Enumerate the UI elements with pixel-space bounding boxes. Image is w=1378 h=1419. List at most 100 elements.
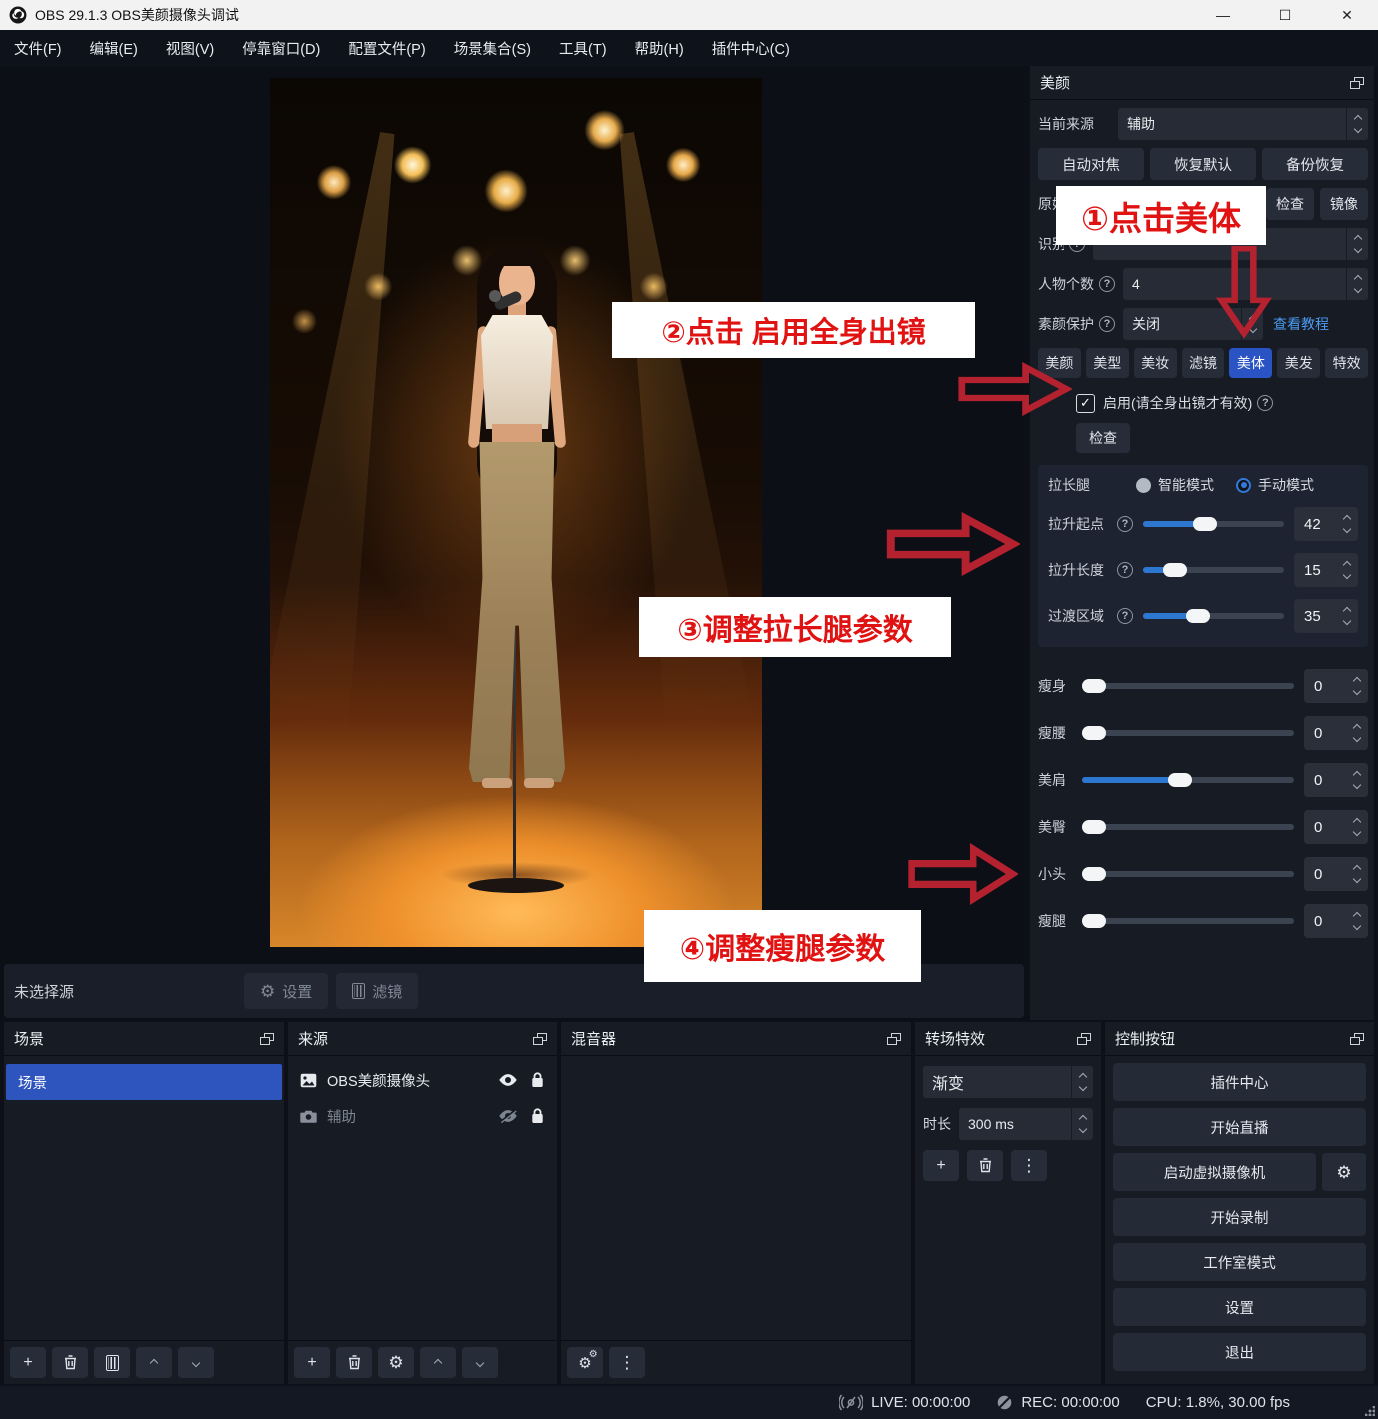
resize-grip[interactable] xyxy=(1365,1406,1375,1416)
recognize-spinner[interactable] xyxy=(1346,228,1368,260)
duration-spinner[interactable] xyxy=(1071,1108,1093,1140)
current-source-dropdown[interactable]: 辅助 xyxy=(1118,108,1346,140)
body-check-button[interactable]: 检查 xyxy=(1076,423,1130,453)
move-scene-up-button[interactable] xyxy=(136,1347,172,1378)
menu-tools[interactable]: 工具(T) xyxy=(545,30,621,66)
restore-default-button[interactable]: 恢复默认 xyxy=(1150,148,1256,180)
visibility-eye-slash-icon[interactable] xyxy=(498,1109,518,1123)
current-source-spinner[interactable] xyxy=(1346,108,1368,140)
popout-icon[interactable] xyxy=(1350,76,1364,89)
enable-checkbox[interactable] xyxy=(1076,393,1095,413)
start-streaming-button[interactable]: 开始直播 xyxy=(1113,1108,1366,1146)
tab-filter[interactable]: 滤镜 xyxy=(1181,348,1225,378)
slider-handle[interactable] xyxy=(1193,517,1218,531)
help-icon[interactable] xyxy=(1117,516,1133,532)
lift-length-spinbox[interactable]: 15 xyxy=(1294,553,1358,587)
scene-filters-button[interactable] xyxy=(94,1347,130,1378)
source-filters-button[interactable]: 滤镜 xyxy=(336,973,419,1009)
lock-icon[interactable] xyxy=(527,1108,547,1124)
mixer-menu-button[interactable]: ⋮ xyxy=(609,1347,645,1378)
menu-view[interactable]: 视图(V) xyxy=(152,30,228,66)
close-button[interactable]: ✕ xyxy=(1316,0,1378,30)
popout-icon[interactable] xyxy=(533,1032,547,1045)
slim-body-slider[interactable] xyxy=(1082,679,1294,693)
remove-scene-button[interactable] xyxy=(52,1347,88,1378)
check-button[interactable]: 检查 xyxy=(1266,188,1314,220)
beauty-shoulder-slider[interactable] xyxy=(1082,773,1294,787)
studio-mode-button[interactable]: 工作室模式 xyxy=(1113,1243,1366,1281)
lift-length-slider[interactable] xyxy=(1143,563,1284,577)
slider-handle[interactable] xyxy=(1162,563,1187,577)
slim-leg-slider[interactable] xyxy=(1082,914,1294,928)
slider-handle[interactable] xyxy=(1082,820,1106,834)
menu-file[interactable]: 文件(F) xyxy=(0,30,76,66)
add-scene-button[interactable]: + xyxy=(10,1347,46,1378)
transition-zone-slider[interactable] xyxy=(1143,609,1284,623)
menu-docks[interactable]: 停靠窗口(D) xyxy=(228,30,334,66)
tab-makeup[interactable]: 美妆 xyxy=(1133,348,1177,378)
slider-handle[interactable] xyxy=(1082,914,1106,928)
lift-start-spinbox[interactable]: 42 xyxy=(1294,507,1358,541)
mirror-button[interactable]: 镜像 xyxy=(1320,188,1368,220)
transition-properties-button[interactable]: ⋮ xyxy=(1011,1150,1047,1181)
add-transition-button[interactable]: + xyxy=(923,1150,959,1181)
popout-icon[interactable] xyxy=(260,1032,274,1045)
popout-icon[interactable] xyxy=(1077,1032,1091,1045)
slider-handle[interactable] xyxy=(1082,679,1106,693)
help-icon[interactable] xyxy=(1117,562,1133,578)
scene-list-item[interactable]: 场景 xyxy=(6,1064,282,1100)
exit-button[interactable]: 退出 xyxy=(1113,1333,1366,1371)
lift-start-slider[interactable] xyxy=(1143,517,1284,531)
source-properties-button[interactable]: ⚙ 设置 xyxy=(244,973,329,1009)
source-list-item[interactable]: OBS美颜摄像头 xyxy=(288,1062,557,1098)
manual-mode-radio[interactable] xyxy=(1236,477,1251,493)
transition-type-spinner[interactable] xyxy=(1071,1066,1093,1098)
tab-shape[interactable]: 美型 xyxy=(1085,348,1129,378)
visibility-eye-icon[interactable] xyxy=(498,1073,518,1087)
help-icon[interactable] xyxy=(1099,316,1115,332)
slider-handle[interactable] xyxy=(1168,773,1193,787)
move-source-up-button[interactable] xyxy=(420,1347,456,1378)
remove-source-button[interactable] xyxy=(336,1347,372,1378)
help-icon[interactable] xyxy=(1117,608,1133,624)
slider-handle[interactable] xyxy=(1082,726,1106,740)
plugin-center-button[interactable]: 插件中心 xyxy=(1113,1063,1366,1101)
help-icon[interactable] xyxy=(1257,395,1274,411)
autofocus-button[interactable]: 自动对焦 xyxy=(1038,148,1144,180)
lock-icon[interactable] xyxy=(527,1072,547,1088)
tab-hair[interactable]: 美发 xyxy=(1277,348,1321,378)
menu-edit[interactable]: 编辑(E) xyxy=(76,30,152,66)
start-virtual-camera-button[interactable]: 启动虚拟摄像机 xyxy=(1113,1153,1316,1191)
small-head-spinbox[interactable]: 0 xyxy=(1304,857,1368,891)
beauty-hip-slider[interactable] xyxy=(1082,820,1294,834)
popout-icon[interactable] xyxy=(1350,1032,1364,1045)
beauty-shoulder-spinbox[interactable]: 0 xyxy=(1304,763,1368,797)
menu-profile[interactable]: 配置文件(P) xyxy=(334,30,439,66)
slider-handle[interactable] xyxy=(1082,867,1106,881)
source-list-item[interactable]: 辅助 xyxy=(288,1098,557,1134)
slim-waist-slider[interactable] xyxy=(1082,726,1294,740)
virtual-camera-settings-button[interactable]: ⚙ xyxy=(1322,1153,1366,1191)
source-properties-button[interactable]: ⚙ xyxy=(378,1347,414,1378)
slim-waist-spinbox[interactable]: 0 xyxy=(1304,716,1368,750)
slider-handle[interactable] xyxy=(1186,609,1211,623)
advanced-audio-button[interactable]: ⚙ xyxy=(567,1347,603,1378)
popout-icon[interactable] xyxy=(887,1032,901,1045)
slim-body-spinbox[interactable]: 0 xyxy=(1304,669,1368,703)
slim-leg-spinbox[interactable]: 0 xyxy=(1304,904,1368,938)
remove-transition-button[interactable] xyxy=(967,1150,1003,1181)
tutorial-link[interactable]: 查看教程 xyxy=(1273,314,1329,334)
settings-button[interactable]: 设置 xyxy=(1113,1288,1366,1326)
minimize-button[interactable]: — xyxy=(1192,0,1254,30)
help-icon[interactable] xyxy=(1099,276,1115,292)
move-scene-down-button[interactable] xyxy=(178,1347,214,1378)
menu-scene-collection[interactable]: 场景集合(S) xyxy=(440,30,545,66)
duration-value[interactable]: 300 ms xyxy=(959,1108,1071,1140)
tab-effects[interactable]: 特效 xyxy=(1325,348,1369,378)
add-source-button[interactable]: + xyxy=(294,1347,330,1378)
menu-plugin-center[interactable]: 插件中心(C) xyxy=(698,30,804,66)
transition-type-dropdown[interactable]: 渐变 xyxy=(923,1066,1071,1098)
smart-mode-radio[interactable] xyxy=(1136,477,1151,493)
small-head-slider[interactable] xyxy=(1082,867,1294,881)
transition-zone-spinbox[interactable]: 35 xyxy=(1294,599,1358,633)
